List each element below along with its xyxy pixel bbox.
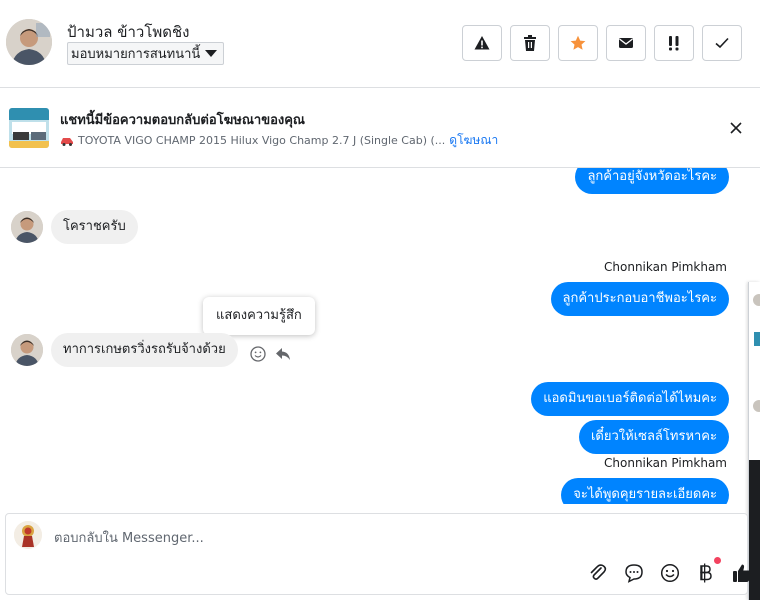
assign-conversation-dropdown[interactable]: มอบหมายการสนทนานี้ bbox=[67, 42, 225, 65]
contact-avatar-small[interactable] bbox=[11, 334, 43, 366]
emoji-button[interactable] bbox=[658, 561, 682, 585]
delete-button[interactable] bbox=[510, 25, 550, 61]
emoji-icon bbox=[660, 563, 680, 583]
attach-file-button[interactable] bbox=[586, 561, 610, 585]
baht-icon bbox=[700, 563, 712, 583]
ad-banner-subtitle: TOYOTA VIGO CHAMP 2015 Hilux Vigo Champ … bbox=[60, 131, 498, 150]
send-like-button[interactable] bbox=[730, 561, 754, 585]
view-ad-link[interactable]: ดูโฆษณา bbox=[449, 131, 498, 150]
ad-thumbnail[interactable] bbox=[9, 108, 49, 148]
follow-up-button[interactable] bbox=[654, 25, 694, 61]
ad-reply-banner: แชทนี้มีข้อความตอบกลับต่อโฆษณาของคุณ TOY… bbox=[0, 88, 760, 168]
sender-name: Chonnikan Pimkham bbox=[604, 260, 727, 274]
conversation-header: ป้ามวล ข้าวโพดชิง มอบหมายการสนทนานี้ bbox=[0, 0, 760, 88]
reaction-tooltip: แสดงความรู้สึก bbox=[203, 297, 315, 335]
react-emoji-icon[interactable] bbox=[250, 346, 266, 362]
chevron-down-icon bbox=[205, 50, 218, 57]
done-button[interactable] bbox=[702, 25, 742, 61]
ad-product-name: TOYOTA VIGO CHAMP 2015 Hilux Vigo Champ … bbox=[78, 134, 446, 147]
message-outgoing[interactable]: ลูกค้าอยู่จังหวัดอะไรคะ bbox=[575, 168, 729, 194]
reply-composer bbox=[5, 513, 751, 595]
contact-avatar[interactable] bbox=[6, 19, 52, 65]
saved-reply-icon bbox=[625, 564, 643, 583]
composer-tools bbox=[586, 557, 754, 585]
check-icon bbox=[715, 37, 729, 49]
warning-icon bbox=[474, 36, 490, 50]
close-banner-button[interactable] bbox=[726, 118, 746, 138]
payment-button[interactable] bbox=[694, 557, 721, 585]
thumbs-up-icon bbox=[733, 564, 751, 582]
message-outgoing[interactable]: แอดมินขอเบอร์ติดต่อได้ไหมคะ bbox=[531, 382, 729, 416]
page-avatar bbox=[14, 521, 42, 549]
message-outgoing[interactable]: เดี๋ยวให้เซลล์โทรหาคะ bbox=[578, 420, 729, 454]
message-thread[interactable]: ลูกค้าอยู่จังหวัดอะไรคะ โคราชครับ Chonni… bbox=[0, 168, 748, 504]
trash-icon bbox=[524, 35, 536, 51]
star-icon bbox=[570, 35, 586, 50]
conversation-actions bbox=[462, 25, 742, 61]
assign-label: มอบหมายการสนทนานี้ bbox=[71, 47, 201, 62]
message-outgoing[interactable]: ลูกค้าประกอบอาชีพอะไรคะ bbox=[550, 282, 729, 316]
message-tools bbox=[250, 346, 291, 362]
exclamation-icon bbox=[669, 36, 679, 51]
ad-banner-title: แชทนี้มีข้อความตอบกลับต่อโฆษณาของคุณ bbox=[60, 113, 305, 128]
reply-input[interactable] bbox=[54, 528, 554, 548]
saved-reply-button[interactable] bbox=[622, 561, 646, 585]
close-icon bbox=[730, 122, 742, 134]
contact-name[interactable]: ป้ามวล ข้าวโพดชิง bbox=[67, 20, 190, 44]
envelope-icon bbox=[619, 38, 633, 48]
contact-avatar-small[interactable] bbox=[11, 211, 43, 243]
star-button[interactable] bbox=[558, 25, 598, 61]
car-icon bbox=[61, 137, 73, 146]
unread-button[interactable] bbox=[606, 25, 646, 61]
paperclip-icon bbox=[590, 564, 607, 580]
message-outgoing[interactable]: จะได้พูดคุยรายละเอียดคะ bbox=[561, 478, 729, 504]
sender-name: Chonnikan Pimkham bbox=[604, 456, 727, 470]
reply-icon[interactable] bbox=[275, 347, 291, 361]
message-incoming[interactable]: ทาการเกษตรวิ่งรถรับจ้างด้วย bbox=[51, 333, 238, 367]
spam-button[interactable] bbox=[462, 25, 502, 61]
notification-dot bbox=[714, 557, 721, 564]
message-incoming[interactable]: โคราชครับ bbox=[51, 210, 138, 244]
